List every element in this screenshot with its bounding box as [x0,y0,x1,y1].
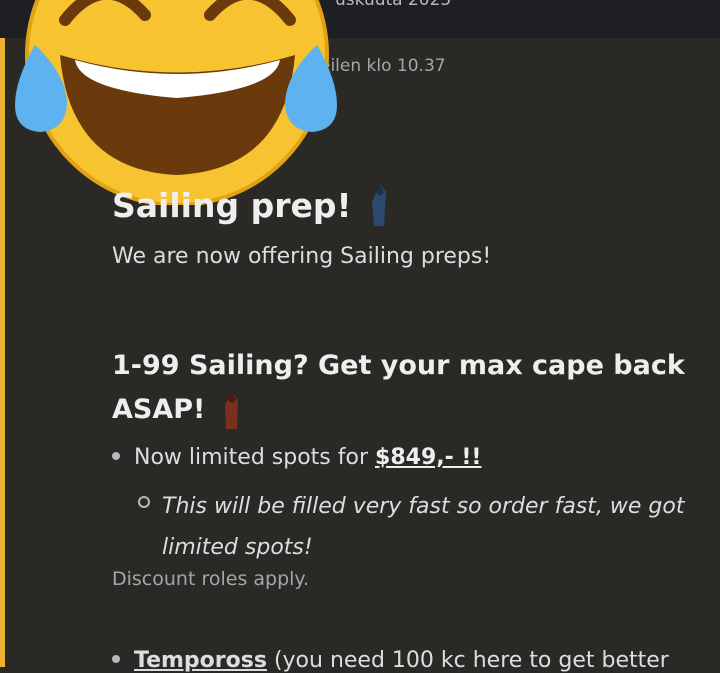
subheading-text: 1-99 Sailing? Get your max cape back ASA… [112,350,685,425]
price-text: $849,- !! [375,445,482,470]
list-item: Tempoross (you need 100 kc here to get b… [112,648,669,673]
list-item: Now limited spots for $849,- !! [112,445,481,470]
sub-bullet-text: This will be filled very fast so order f… [162,494,685,560]
red-robed-figure-icon [224,392,238,429]
heading-text: Sailing prep! [112,186,352,225]
bullet-bold: Tempoross [134,648,267,673]
subheading: 1-99 Sailing? Get your max cape back ASA… [112,344,712,432]
bullet-text: Now limited spots for [134,445,376,470]
blue-robed-figure-icon [372,184,386,226]
discount-note: Discount roles apply. [112,568,309,590]
intro-text: We are now offering Sailing preps! [112,244,492,269]
laughing-tears-emoji [15,0,337,205]
bullet-dot [112,452,120,460]
date-divider-text: uskuuta 2025 [335,0,452,10]
message-heading: Sailing prep! [112,184,386,226]
sub-bullet-ring [138,496,150,508]
bullet-dot [112,655,120,663]
bullet-text: (you need 100 kc here to get better [266,648,669,673]
